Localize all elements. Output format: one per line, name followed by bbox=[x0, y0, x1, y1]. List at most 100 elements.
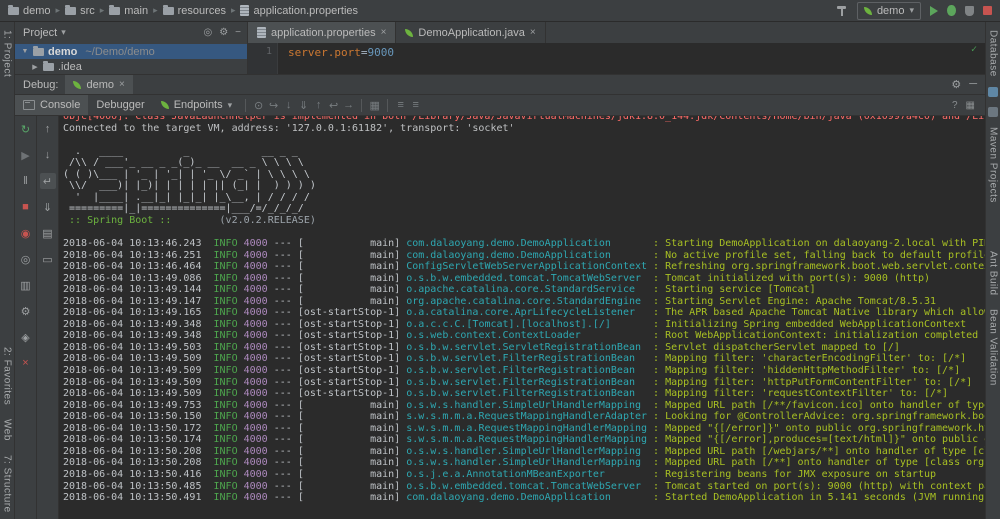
tree-item-path: ~/Demo/demo bbox=[85, 46, 154, 58]
debug-button[interactable] bbox=[947, 5, 956, 16]
database-icon[interactable] bbox=[988, 87, 998, 97]
step-into-icon[interactable]: ↓ bbox=[281, 99, 296, 111]
folder-icon bbox=[43, 63, 54, 71]
step-out-icon[interactable]: ↑ bbox=[311, 99, 326, 111]
tool-button-structure[interactable]: 7: Structure bbox=[2, 455, 13, 513]
debug-session-name: demo bbox=[86, 79, 114, 91]
tool-button-web[interactable]: Web bbox=[2, 419, 13, 441]
tool-button-project[interactable]: 1: Project bbox=[2, 30, 13, 77]
settings-gear-icon[interactable]: ⚙ bbox=[18, 303, 34, 319]
second-row: Project ▾ ◎ ⚙ − application.properties ×… bbox=[15, 22, 985, 44]
tree-collapsed-icon[interactable]: ▶ bbox=[31, 63, 39, 71]
stop-button[interactable] bbox=[983, 6, 992, 15]
toolbar-separator bbox=[245, 99, 246, 112]
code-line[interactable]: server.port=9000 bbox=[278, 43, 394, 74]
pin-icon[interactable]: ◈ bbox=[18, 329, 34, 345]
debug-toolbar: Console Debugger Endpoints ▾ ⊙ ↪ ↓ ⇓ ↑ ↩… bbox=[15, 94, 985, 116]
folder-icon bbox=[33, 48, 44, 56]
chevron-icon: ▸ bbox=[231, 5, 236, 16]
close-icon[interactable]: × bbox=[530, 28, 536, 38]
right-tool-stripe: Database Maven Projects Ant Build Bean V… bbox=[985, 22, 1000, 519]
mute-breakpoints-icon[interactable]: ◎ bbox=[18, 251, 34, 267]
print-icon[interactable]: ▤ bbox=[40, 225, 56, 241]
tool-button-ant-build[interactable]: Ant Build bbox=[988, 251, 999, 296]
tab-endpoints[interactable]: Endpoints ▾ bbox=[153, 95, 240, 115]
coverage-button[interactable] bbox=[965, 6, 974, 16]
chevron-down-icon: ▾ bbox=[61, 27, 66, 38]
run-config-select[interactable]: demo ▾ bbox=[857, 2, 921, 20]
stop-icon[interactable]: ■ bbox=[18, 199, 34, 215]
breadcrumb-label: application.properties bbox=[253, 5, 358, 17]
evaluate-icon[interactable]: ▦ bbox=[367, 99, 382, 112]
folder-icon bbox=[109, 7, 120, 15]
down-stack-icon[interactable]: ↓ bbox=[40, 147, 56, 163]
tool-button-database[interactable]: Database bbox=[988, 30, 999, 77]
chevron-down-icon: ▾ bbox=[909, 5, 914, 16]
show-execution-point-icon[interactable]: ⊙ bbox=[251, 99, 266, 112]
console-output: objc[4000]: Class JavaLaunchHelper is im… bbox=[59, 116, 985, 519]
breadcrumb-item-resources[interactable]: resources bbox=[161, 4, 228, 18]
close-icon[interactable]: × bbox=[381, 28, 387, 38]
close-icon[interactable]: × bbox=[18, 355, 34, 371]
tool-button-bean-validation[interactable]: Bean Validation bbox=[988, 309, 999, 386]
settings-gear-icon[interactable]: ⚙ bbox=[951, 78, 961, 91]
step-over-icon[interactable]: ↪ bbox=[266, 99, 281, 112]
inspection-ok-icon[interactable]: ✓ bbox=[971, 44, 977, 55]
clear-icon[interactable]: ▭ bbox=[40, 251, 56, 267]
drop-frame-icon[interactable]: ↩ bbox=[326, 99, 341, 112]
tool-button-maven-projects[interactable]: Maven Projects bbox=[988, 127, 999, 203]
soft-wrap-icon[interactable]: ↵ bbox=[40, 173, 56, 189]
force-step-into-icon[interactable]: ⇓ bbox=[296, 99, 311, 112]
tab-application-properties[interactable]: application.properties × bbox=[248, 22, 396, 43]
property-value: 9000 bbox=[367, 46, 394, 59]
run-to-cursor-icon[interactable]: → bbox=[341, 99, 356, 111]
breadcrumb-item-src[interactable]: src bbox=[63, 4, 97, 18]
navigation-bar: demo ▸ src ▸ main ▸ resources ▸ applicat… bbox=[0, 0, 1000, 22]
line-number: 1 bbox=[266, 46, 272, 57]
tree-item-name: demo bbox=[48, 46, 77, 58]
tab-debugger[interactable]: Debugger bbox=[88, 95, 152, 115]
pause-icon[interactable]: ‖ bbox=[18, 173, 34, 189]
tab-label: Endpoints bbox=[174, 99, 223, 111]
up-stack-icon[interactable]: ↑ bbox=[40, 121, 56, 137]
project-panel-actions: ◎ ⚙ − bbox=[203, 27, 247, 38]
resume-icon[interactable]: ▶ bbox=[18, 147, 34, 163]
build-hammer-icon[interactable] bbox=[837, 5, 848, 16]
collapse-icon[interactable]: − bbox=[235, 27, 241, 38]
breadcrumb-item-main[interactable]: main bbox=[107, 4, 150, 18]
project-panel-header[interactable]: Project ▾ ◎ ⚙ − bbox=[15, 22, 248, 43]
breadcrumb-label: src bbox=[80, 5, 95, 17]
run-button[interactable] bbox=[930, 6, 938, 16]
settings-gear-icon[interactable]: ⚙ bbox=[219, 27, 228, 38]
maven-icon[interactable] bbox=[988, 107, 998, 117]
hide-icon[interactable]: ─ bbox=[969, 78, 977, 91]
close-icon[interactable]: × bbox=[119, 80, 125, 90]
debug-label: Debug: bbox=[23, 79, 58, 91]
debug-header: Debug: demo × ⚙ ─ bbox=[15, 75, 985, 94]
tree-item-idea[interactable]: ▶ .idea bbox=[15, 59, 247, 74]
restore-layout-icon[interactable]: ▦ bbox=[966, 100, 975, 111]
tree-expanded-icon[interactable]: ▼ bbox=[21, 48, 29, 55]
view-breakpoints-icon[interactable]: ◉ bbox=[18, 225, 34, 241]
help-icon[interactable]: ? bbox=[952, 100, 958, 111]
tab-label: DemoApplication.java bbox=[418, 27, 524, 39]
list-icon[interactable]: ≡ bbox=[408, 99, 423, 111]
breadcrumb-item-application-properties[interactable]: application.properties bbox=[238, 4, 360, 18]
list-icon[interactable]: ≡ bbox=[393, 99, 408, 111]
properties-file-icon bbox=[257, 27, 266, 38]
rerun-icon[interactable]: ↻ bbox=[18, 121, 34, 137]
tab-demoapplication-java[interactable]: DemoApplication.java × bbox=[396, 22, 545, 43]
tool-button-favorites[interactable]: 2: Favorites bbox=[2, 347, 13, 405]
debug-session-tab[interactable]: demo × bbox=[65, 75, 132, 94]
scroll-end-icon[interactable]: ⇓ bbox=[40, 199, 56, 215]
breadcrumb-item-demo[interactable]: demo bbox=[6, 4, 53, 18]
thread-dump-icon[interactable]: ▥ bbox=[18, 277, 34, 293]
folder-icon bbox=[8, 7, 19, 15]
tree-item-demo[interactable]: ▼ demo ~/Demo/demo bbox=[15, 44, 247, 59]
locate-icon[interactable]: ◎ bbox=[203, 27, 212, 38]
debug-header-actions: ⚙ ─ bbox=[951, 78, 985, 91]
chevron-down-icon: ▾ bbox=[228, 100, 233, 111]
tab-console[interactable]: Console bbox=[15, 95, 88, 115]
editor[interactable]: 1 server.port=9000 ✓ bbox=[248, 43, 985, 74]
debug-body: ↻ ▶ ‖ ■ ◉ ◎ ▥ ⚙ ◈ × ↑ ↓ ↵ ⇓ ▤ ▭ objc[400… bbox=[15, 116, 985, 519]
